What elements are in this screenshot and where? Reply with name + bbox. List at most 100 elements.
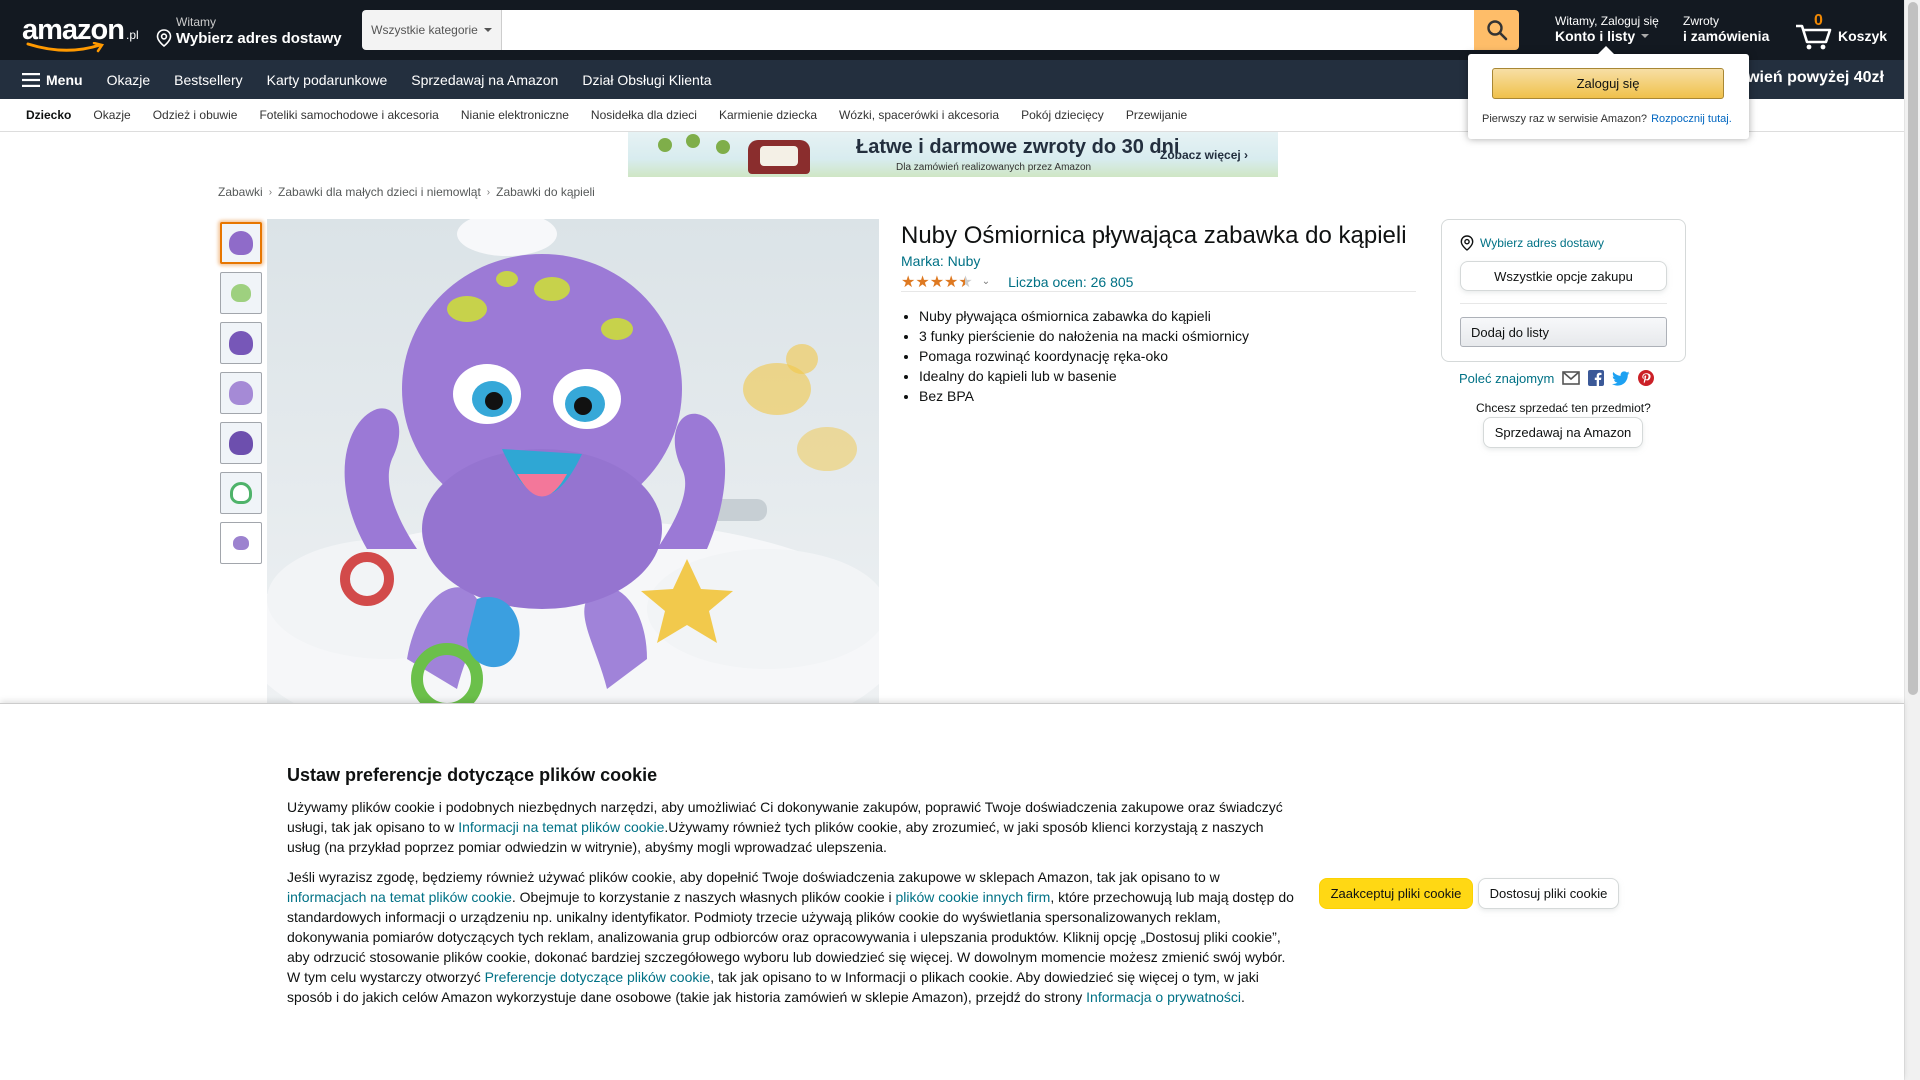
star-icon: ★: [915, 273, 929, 291]
image-thumbnails: [220, 222, 264, 572]
deliver-label: Wybierz adres dostawy: [176, 29, 342, 47]
share-label[interactable]: Poleć znajomym: [1459, 371, 1554, 386]
menu-button[interactable]: Menu: [22, 72, 83, 88]
customize-cookies-button[interactable]: Dostosuj pliki cookie: [1478, 878, 1619, 909]
nav-item-deals[interactable]: Okazje: [107, 72, 151, 88]
subnav-item-strollers[interactable]: Wózki, spacerówki i akcesoria: [839, 108, 999, 122]
account-and-lists[interactable]: Witamy, Zaloguj się Konto i listy: [1555, 14, 1659, 44]
feature-bullet: Idealny do kąpieli lub w basenie: [919, 366, 1249, 386]
search-button[interactable]: [1474, 10, 1519, 50]
subnav-item-carriers[interactable]: Nosidełka dla dzieci: [591, 108, 697, 122]
scrollbar-thumb[interactable]: [1908, 2, 1918, 695]
thumbnail-4[interactable]: [220, 372, 262, 414]
breadcrumb-item[interactable]: Zabawki dla małych dzieci i niemowląt: [278, 185, 481, 199]
amazon-logo[interactable]: amazon .pl: [22, 14, 140, 53]
cookie-preferences-link[interactable]: Preferencje dotyczące plików cookie: [485, 969, 711, 985]
chevron-down-icon[interactable]: ⌄: [982, 276, 990, 287]
octopus-toy-image: [267, 219, 879, 704]
product-title: Nuby Ośmiornica pływająca zabawka do kąp…: [901, 222, 1407, 249]
cookie-paragraph-1: Używamy plików cookie i podobnych niezbę…: [287, 797, 1297, 857]
subnav-item-clothing[interactable]: Odzież i obuwie: [153, 108, 238, 122]
page-scrollbar[interactable]: [1904, 0, 1920, 1080]
subnav-item-changing[interactable]: Przewijanie: [1126, 108, 1187, 122]
accept-cookies-button[interactable]: Zaakceptuj pliki cookie: [1319, 878, 1473, 909]
feature-bullet: Nuby pływająca ośmiornica zabawka do kąp…: [919, 306, 1249, 326]
pinterest-icon[interactable]: [1638, 370, 1655, 386]
tree-decoration: [716, 140, 730, 154]
privacy-notice-link[interactable]: Informacja o prywatności: [1086, 989, 1241, 1005]
returns-banner[interactable]: Łatwe i darmowe zwroty do 30 dni Dla zam…: [628, 132, 1278, 177]
returns-and-orders[interactable]: Zwroty i zamówienia: [1683, 14, 1769, 44]
subnav-item-feeding[interactable]: Karmienie dziecka: [719, 108, 817, 122]
start-here-link[interactable]: Rozpocznij tutaj.: [1651, 113, 1732, 125]
search-input[interactable]: [502, 10, 1474, 50]
rating-count-link[interactable]: Liczba ocen: 26 805: [1008, 274, 1133, 290]
email-icon[interactable]: [1562, 371, 1581, 385]
returns-line2: i zamówienia: [1683, 28, 1770, 44]
subnav-item-baby-monitors[interactable]: Nianie elektroniczne: [461, 108, 569, 122]
nav-item-sell[interactable]: Sprzedawaj na Amazon: [411, 72, 558, 88]
logo-tld: .pl: [125, 28, 139, 42]
cart-button[interactable]: 0 Koszyk: [1792, 12, 1888, 52]
thumbnail-3[interactable]: [220, 322, 262, 364]
star-rating[interactable]: ★ ★ ★ ★ ★: [901, 272, 973, 292]
breadcrumb: Zabawki › Zabawki dla małych dzieci i ni…: [218, 185, 595, 199]
cookie-info-link[interactable]: Informacji na temat plików cookie: [458, 819, 664, 835]
facebook-icon[interactable]: [1588, 370, 1605, 386]
car-illustration: [748, 140, 810, 174]
star-icon: ★: [958, 273, 972, 291]
twitter-icon[interactable]: [1612, 370, 1630, 386]
cookie-text: Jeśli wyrazisz zgodę, będziemy również u…: [287, 869, 1220, 885]
subnav-item-baby[interactable]: Dziecko: [26, 108, 71, 122]
nav-promo[interactable]: owień powyżej 40zł: [1737, 69, 1884, 87]
location-pin-icon: [1460, 235, 1474, 251]
cookie-title: Ustaw preferencje dotyczące plików cooki…: [287, 765, 658, 785]
nav-item-customer-service[interactable]: Dział Obsługi Klienta: [582, 72, 711, 88]
buybox-deliver[interactable]: Wybierz adres dostawy: [1460, 235, 1604, 251]
cookie-info-link-2[interactable]: informacjach na temat plików cookie: [287, 889, 512, 905]
divider: [1460, 303, 1667, 304]
breadcrumb-item[interactable]: Zabawki: [218, 185, 263, 199]
account-greeting: Witamy, Zaloguj się: [1555, 14, 1659, 28]
add-to-list-button[interactable]: Dodaj do listy: [1460, 317, 1667, 347]
cart-label: Koszyk: [1838, 28, 1888, 44]
cookie-paragraph-2: Jeśli wyrazisz zgodę, będziemy również u…: [287, 867, 1297, 1007]
share-row: Poleć znajomym: [1459, 370, 1655, 386]
chevron-down-icon: [1641, 34, 1650, 38]
cart-icon: [1796, 24, 1832, 50]
banner-cta[interactable]: Zobacz więcej ›: [1160, 148, 1248, 162]
thumbnail-6[interactable]: [220, 472, 262, 514]
cookie-text: .: [1241, 989, 1245, 1005]
nav-item-gift-cards[interactable]: Karty podarunkowe: [267, 72, 388, 88]
brand-link[interactable]: Marka: Nuby: [901, 253, 980, 269]
thumbnail-7[interactable]: [220, 522, 262, 564]
thumbnail-1[interactable]: [220, 222, 262, 264]
sell-on-amazon-button[interactable]: Sprzedawaj na Amazon: [1483, 417, 1643, 448]
thumbnail-2[interactable]: [220, 272, 262, 314]
product-main-image[interactable]: [267, 219, 879, 704]
third-party-cookies-link[interactable]: plików cookie innych firm: [896, 889, 1051, 905]
star-icon: ★: [901, 273, 915, 291]
header-bar: amazon .pl Witamy Wybierz adres dostawy W…: [0, 0, 1904, 60]
banner-subtitle: Dla zamówień realizowanych przez Amazon: [896, 162, 1092, 173]
banner-title: Łatwe i darmowe zwroty do 30 dni: [856, 136, 1180, 158]
chevron-down-icon: [483, 28, 492, 32]
flyout-arrow: [1598, 46, 1614, 54]
subnav-item-car-seats[interactable]: Foteliki samochodowe i akcesoria: [259, 108, 438, 122]
location-pin-icon: [156, 29, 172, 47]
signin-button[interactable]: Zaloguj się: [1492, 68, 1724, 99]
sell-question: Chcesz sprzedać ten przedmiot?: [1476, 401, 1651, 415]
deliver-to[interactable]: Witamy Wybierz adres dostawy: [156, 15, 342, 47]
cookie-consent-banner: Ustaw preferencje dotyczące plików cooki…: [0, 703, 1904, 1080]
smile-arrow-icon: [26, 42, 105, 53]
subnav-item-nursery[interactable]: Pokój dziecięcy: [1021, 108, 1104, 122]
chevron-right-icon: ›: [486, 186, 491, 198]
all-buying-options-button[interactable]: Wszystkie opcje zakupu: [1460, 261, 1667, 291]
buybox-deliver-label: Wybierz adres dostawy: [1480, 236, 1604, 250]
search-category-select[interactable]: Wszystkie kategorie: [362, 10, 502, 50]
nav-item-bestsellers[interactable]: Bestsellery: [174, 72, 242, 88]
breadcrumb-item[interactable]: Zabawki do kąpieli: [496, 185, 595, 199]
thumbnail-5[interactable]: [220, 422, 262, 464]
subnav-item-deals[interactable]: Okazje: [93, 108, 130, 122]
feature-bullets: Nuby pływająca ośmiornica zabawka do kąp…: [919, 306, 1249, 406]
